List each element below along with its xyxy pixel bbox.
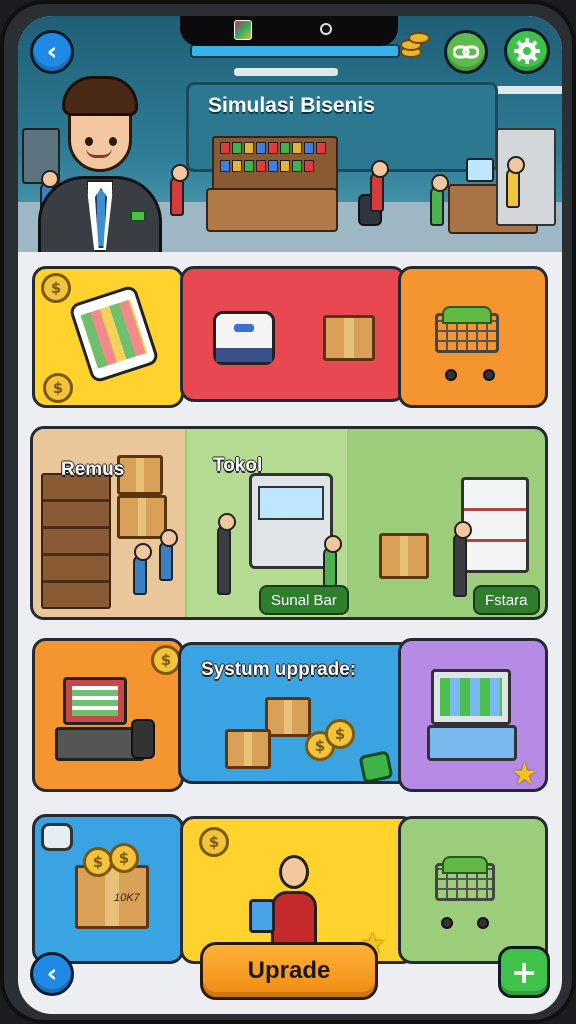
coin-icon: $ [109, 843, 139, 873]
computer-desk-tile[interactable]: $ [32, 638, 184, 792]
package-box-icon [265, 697, 311, 737]
manager-avatar [38, 76, 162, 252]
product-shelf [41, 473, 111, 609]
app-thumbnail-icon [234, 20, 252, 40]
plus-icon: + [510, 953, 538, 991]
progress-bar [190, 44, 400, 58]
worker-figure [506, 156, 525, 208]
link-button[interactable] [444, 30, 488, 74]
add-button[interactable]: + [498, 946, 550, 998]
phone-payment-tile[interactable]: $ $ [32, 266, 184, 408]
page-title: Simulasi Bisenis [208, 94, 375, 117]
fridge-shelf [461, 477, 529, 573]
system-upgrade-title: Systum upprade: [201, 659, 357, 680]
coin-icon: $ [41, 273, 71, 303]
worker-figure [133, 543, 152, 595]
shopping-cart-tile[interactable] [398, 266, 548, 408]
workstation-monitor-icon [431, 669, 511, 725]
display-case [249, 473, 333, 569]
cart-wheel [445, 369, 457, 381]
cart-wheel [441, 917, 453, 929]
upgrade-arrow-icon [358, 750, 394, 781]
system-upgrade-tile[interactable]: Systum upprade: $ $ [178, 642, 414, 784]
worker-figure [159, 529, 178, 581]
worker-figure [430, 174, 449, 226]
star-icon: ★ [511, 757, 538, 792]
settings-button[interactable] [504, 28, 550, 74]
link-icon [453, 45, 479, 59]
inventory-tile[interactable] [180, 266, 406, 402]
coin-slot-icon [41, 823, 73, 851]
grocery-cart-tile[interactable] [398, 816, 548, 964]
phone-frame: Simulasi Bisenis ‹ $ $ Remus Tokol Sunal… [0, 0, 576, 1024]
workstation-tile[interactable]: ★ [398, 638, 548, 792]
section-tag-sunal-bar: Sunal Bar [259, 585, 349, 615]
salesman-figure [453, 521, 472, 597]
package-box-icon [323, 315, 375, 361]
box-label: 10K7 [114, 892, 140, 904]
cart-wheel [483, 369, 495, 381]
salesman-figure [217, 513, 236, 595]
coin-icon: $ [151, 645, 181, 675]
money-box-icon: 10K7 [75, 865, 149, 929]
office-chair [131, 719, 155, 759]
coin-icon: $ [199, 827, 229, 857]
package-box-icon [225, 729, 271, 769]
gear-icon [514, 38, 540, 64]
chevron-left-icon: ‹ [46, 37, 58, 67]
worker-figure [170, 164, 189, 216]
desk-monitor [466, 158, 494, 182]
upgrade-button[interactable]: Uprade [200, 942, 378, 1000]
phone-notch [180, 16, 398, 46]
grocery-cart-icon [435, 856, 495, 901]
savings-box-tile[interactable]: 10K7 $ $ [32, 814, 184, 964]
ceiling-light [234, 68, 338, 76]
section-title-remus: Remus [61, 459, 125, 480]
coin-stack-icon[interactable] [398, 30, 430, 60]
section-tag-fstara: Fstara [473, 585, 540, 615]
customer-figure [323, 535, 342, 587]
coin-icon: $ [83, 847, 113, 877]
server-rack [496, 128, 556, 226]
shop-counter [206, 188, 338, 232]
coin-icon: $ [325, 719, 355, 749]
package-box-icon [117, 495, 167, 539]
coin-icon: $ [43, 373, 73, 403]
back-button[interactable]: ‹ [30, 30, 74, 74]
computer-monitor-icon [63, 677, 127, 725]
back-button-bottom[interactable]: ‹ [30, 952, 74, 996]
camera-icon [320, 23, 332, 35]
package-box-icon [379, 533, 429, 579]
store-section-tile[interactable]: Remus Tokol Sunal Bar Fstara [30, 426, 548, 620]
shopping-cart-icon [435, 306, 499, 353]
desk-icon [427, 725, 517, 761]
phone-payment-icon [68, 284, 160, 384]
worker-figure [370, 160, 389, 212]
game-screen: Simulasi Bisenis ‹ $ $ Remus Tokol Sunal… [18, 16, 562, 1014]
chevron-left-icon: ‹ [46, 959, 58, 989]
lunchbox-icon [213, 311, 275, 365]
cart-wheel [477, 917, 489, 929]
